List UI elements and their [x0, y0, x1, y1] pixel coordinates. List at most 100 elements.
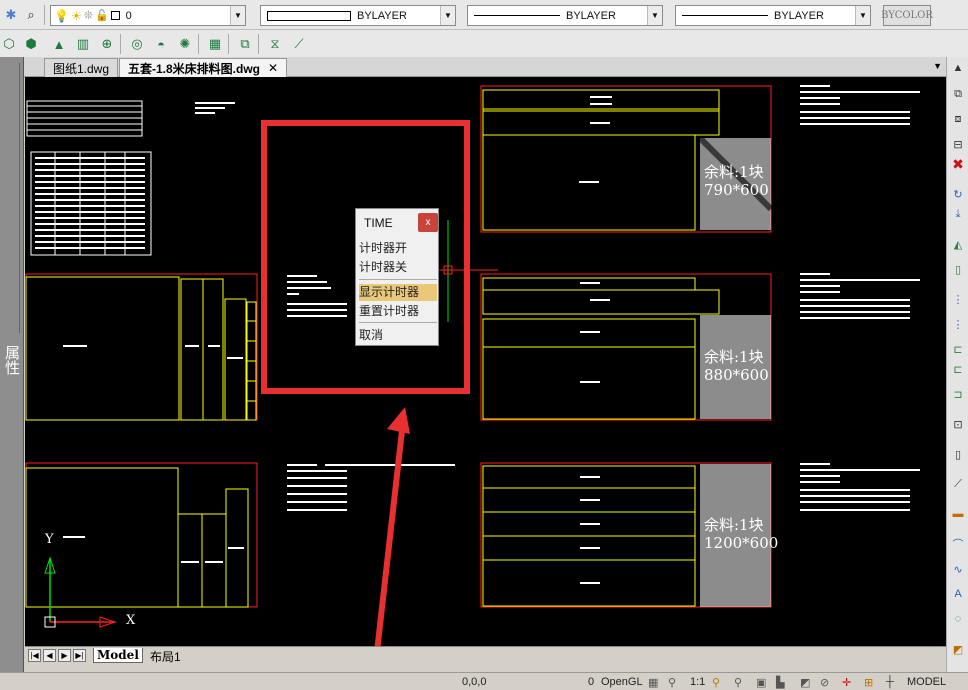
block-icon[interactable]: ◩: [950, 642, 966, 656]
next-tab-icon[interactable]: ▶: [58, 649, 71, 662]
drawing-tabs: 图纸1.dwg 五套-1.8米床排料图.dwg ✕ ▼: [24, 57, 946, 77]
wedge-icon[interactable]: ⬢: [22, 35, 40, 53]
menu-item-show-timer[interactable]: 显示计时器: [359, 284, 437, 301]
plotstyle-combo[interactable]: BYCOLOR: [881, 5, 933, 26]
menu-item-timer-on[interactable]: 计时器开: [359, 240, 437, 257]
remnant-size: 790*600: [704, 181, 769, 199]
coordinates: 0,0,0: [462, 676, 487, 688]
separator: [258, 34, 259, 54]
offset-icon[interactable]: ⊟: [950, 137, 966, 151]
first-tab-icon[interactable]: |◀: [28, 649, 41, 662]
tab-drawing-1[interactable]: 图纸1.dwg: [44, 58, 119, 77]
array-icon[interactable]: ◭: [950, 237, 966, 251]
snap-icon[interactable]: ▣: [756, 676, 766, 689]
lineweight-icon[interactable]: ⊞: [864, 676, 873, 689]
dish-icon[interactable]: ◓: [152, 35, 170, 53]
table-icon[interactable]: ◌: [950, 612, 966, 626]
last-tab-icon[interactable]: ▶|: [73, 649, 86, 662]
rotate-icon[interactable]: ↻: [950, 187, 966, 201]
menu-item-timer-off[interactable]: 计时器关: [359, 259, 437, 276]
lineweight-combo[interactable]: BYLAYER ▼: [675, 5, 871, 26]
stretch-icon[interactable]: ▯: [950, 262, 966, 276]
left-lower-labels: [63, 536, 244, 563]
grid-icon[interactable]: ▦: [648, 676, 658, 689]
linetype-combo[interactable]: BYLAYER ▼: [467, 5, 663, 26]
remnant-count: 余料:1块: [704, 516, 764, 534]
layer-toolbar: ✱ ⌕ 💡 ☀ ❊ 🔓 0 ▼ BYLAYER ▼ BYLAYER ▼ BYLA…: [0, 0, 968, 30]
annotation-visibility-icon[interactable]: ⚲: [712, 676, 720, 689]
color-combo[interactable]: BYLAYER ▼: [260, 5, 456, 26]
close-icon[interactable]: ✕: [268, 61, 278, 75]
ortho-icon[interactable]: ▙: [776, 676, 784, 689]
cone-icon[interactable]: ▲: [50, 35, 68, 53]
linetype-preview: [474, 15, 560, 16]
chevron-down-icon[interactable]: ▼: [230, 6, 245, 25]
cylinder-icon[interactable]: ▥: [74, 35, 92, 53]
box-icon[interactable]: ⬡: [0, 35, 18, 53]
annotation-arrow: [374, 421, 406, 646]
left-middle-sheet: [25, 273, 258, 421]
chevron-down-icon[interactable]: ▼: [440, 6, 455, 25]
ucs-icon: [44, 556, 117, 628]
scale-icon[interactable]: ⤓: [950, 207, 966, 221]
text-icon[interactable]: A: [950, 587, 966, 601]
menu-item-reset-timer[interactable]: 重置计时器: [359, 303, 437, 320]
renderer: OpenGL: [601, 676, 643, 688]
union-icon[interactable]: ⧉: [236, 35, 254, 53]
polar-icon[interactable]: ◩: [800, 676, 810, 689]
copy-icon[interactable]: ⧉: [950, 87, 966, 101]
properties-palette[interactable]: 属性: [0, 57, 24, 690]
crosshair-icon[interactable]: ┼: [886, 676, 894, 688]
otrack-icon[interactable]: ✛: [842, 676, 851, 689]
section-icon[interactable]: ⟋: [290, 35, 308, 53]
autoscale-icon[interactable]: ⚲: [734, 676, 742, 689]
layer-name: 0: [125, 9, 132, 22]
spline-icon[interactable]: ⌒: [950, 537, 966, 551]
lightbulb-icon: 💡: [54, 8, 69, 23]
layer-state-icon[interactable]: ⌕: [22, 6, 40, 24]
color-swatch: [267, 10, 351, 21]
separator: [228, 34, 229, 54]
modify-toolbar: ▲ ⧉ ⧈ ⊟ ✖ ↻ ⤓ ◭ ▯ ⋮ ⋮ ⊏ ⊏ ⊐ ⊡ ▯ ⟋ ▬ ⌒ ∿ …: [946, 57, 968, 677]
annotation-arrowhead: [387, 407, 410, 434]
mirror-icon[interactable]: ⧈: [950, 112, 966, 126]
menu-item-cancel[interactable]: 取消: [359, 327, 437, 344]
chevron-down-icon[interactable]: ▼: [647, 6, 662, 25]
extend-icon[interactable]: ⋮: [950, 317, 966, 331]
fillet-icon[interactable]: ⊡: [950, 417, 966, 431]
tab-layout1[interactable]: 布局1: [147, 648, 184, 665]
annotation-icon[interactable]: ⚲: [668, 676, 676, 689]
dome-icon[interactable]: ✺: [176, 35, 194, 53]
separator: [44, 5, 45, 25]
remnant-size: 880*600: [704, 366, 769, 384]
layout-tabs-bar: |◀ ◀ ▶ ▶| Model 布局1: [25, 646, 946, 664]
chevron-down-icon[interactable]: ▼: [855, 6, 870, 25]
trim-icon[interactable]: ⋮: [950, 292, 966, 306]
erase-icon[interactable]: ✖: [950, 156, 966, 172]
break-icon[interactable]: ⊏: [950, 342, 966, 356]
chamfer-icon[interactable]: ⊐: [950, 387, 966, 401]
osnap-icon[interactable]: ⊘: [820, 676, 829, 689]
lock-icon: 🔓: [94, 10, 109, 22]
layer-manager-icon[interactable]: ✱: [2, 6, 20, 24]
join-icon[interactable]: ⊏: [950, 362, 966, 376]
model-space[interactable]: MODEL: [907, 676, 946, 688]
close-icon[interactable]: x: [418, 213, 438, 232]
tab-drawing-active[interactable]: 五套-1.8米床排料图.dwg ✕: [119, 58, 288, 77]
torus-icon[interactable]: ◎: [128, 35, 146, 53]
curve-icon[interactable]: ∿: [950, 562, 966, 576]
plotstyle-value: BYCOLOR: [881, 10, 933, 21]
ruler-icon[interactable]: ▬: [950, 507, 966, 521]
pedit-icon[interactable]: ⟋: [950, 477, 966, 491]
prev-tab-icon[interactable]: ◀: [43, 649, 56, 662]
sphere-icon[interactable]: ⊕: [98, 35, 116, 53]
annotation-scale[interactable]: 1:1: [690, 676, 705, 688]
scroll-up-icon[interactable]: ▲: [950, 61, 966, 75]
extrude-icon[interactable]: ▦: [206, 35, 224, 53]
drawing-canvas[interactable]: 余料:1块 790*600 余料:1块 880*600 余料:1块 1200*6…: [25, 77, 946, 646]
slice-icon[interactable]: ⧖: [266, 35, 284, 53]
chevron-down-icon[interactable]: ▼: [933, 61, 942, 71]
tab-model[interactable]: Model: [93, 648, 143, 663]
layer-combo[interactable]: 💡 ☀ ❊ 🔓 0 ▼: [50, 5, 246, 26]
explode-icon[interactable]: ▯: [950, 447, 966, 461]
